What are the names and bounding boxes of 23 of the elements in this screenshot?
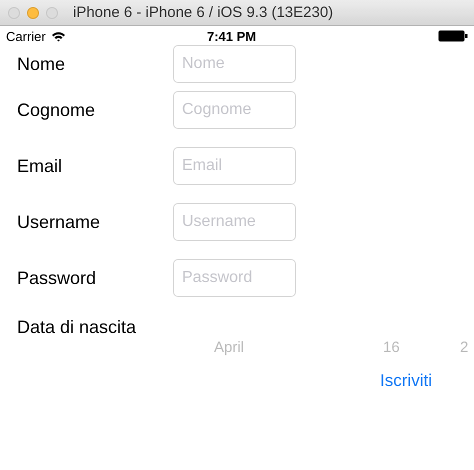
zoom-icon[interactable]: [46, 6, 58, 18]
window-title: iPhone 6 - iPhone 6 / iOS 9.3 (13E230): [73, 4, 334, 21]
input-field[interactable]: Cognome: [173, 91, 296, 129]
field-label: Email: [16, 156, 64, 176]
minimize-icon[interactable]: [27, 6, 39, 18]
clock: 7:41 PM: [207, 28, 256, 44]
carrier-label: Carrier: [6, 28, 46, 44]
field-label: Username: [16, 212, 102, 232]
input-field[interactable]: Nome: [173, 45, 296, 83]
field-label: Nome: [16, 54, 66, 74]
picker-value[interactable]: 16: [383, 339, 400, 356]
field-label: Cognome: [16, 100, 96, 120]
close-icon[interactable]: [8, 6, 20, 18]
submit-button[interactable]: Iscriviti: [380, 371, 432, 391]
field-label: Password: [16, 268, 98, 288]
picker-value[interactable]: 2: [460, 339, 468, 356]
input-field[interactable]: Email: [173, 147, 296, 185]
input-field[interactable]: Username: [173, 203, 296, 241]
wifi-icon: [50, 30, 66, 42]
picker-value[interactable]: April: [214, 339, 244, 356]
field-label: Data di nascita: [16, 316, 138, 338]
battery-icon: [438, 30, 468, 42]
input-field[interactable]: Password: [173, 259, 296, 297]
